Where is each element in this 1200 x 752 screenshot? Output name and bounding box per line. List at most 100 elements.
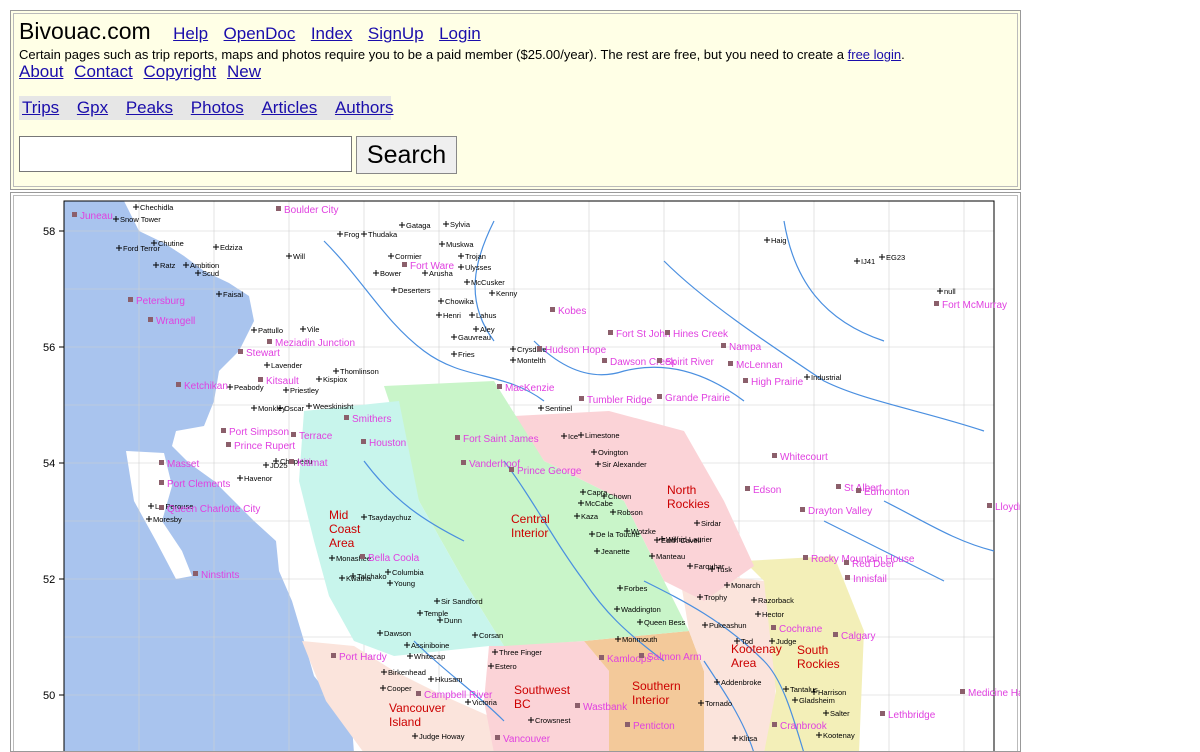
peak-marker[interactable]: Sir Sandford xyxy=(434,597,483,606)
nav-login-link[interactable]: Login xyxy=(439,24,481,43)
peak-marker[interactable]: Weeskinisht xyxy=(306,402,354,411)
tab-articles[interactable]: Articles xyxy=(261,98,317,117)
town-marker[interactable]: Fort Ware xyxy=(402,261,455,272)
peak-marker[interactable]: Waddington xyxy=(614,605,661,614)
peak-label: Peabody xyxy=(234,383,264,392)
town-marker[interactable]: MacKenzie xyxy=(497,383,555,394)
peak-label: Kwatna xyxy=(346,574,372,583)
peak-label: Waddington xyxy=(621,605,661,614)
peak-marker[interactable]: Limestone xyxy=(578,431,620,440)
peak-marker[interactable]: Three Finger xyxy=(492,648,542,657)
peak-label: Robson xyxy=(617,508,643,517)
peak-label: McCusker xyxy=(471,278,505,287)
new-link[interactable]: New xyxy=(227,62,261,81)
peak-label: Fries xyxy=(458,350,475,359)
town-label: Nampa xyxy=(729,342,762,353)
town-marker[interactable]: Queen Charlotte City xyxy=(159,504,260,515)
peak-marker[interactable]: McCusker xyxy=(464,278,505,287)
peak-marker[interactable]: Razorback xyxy=(751,596,794,605)
region-map[interactable]: 58 56 54 52 50 Chechidla Snow Tower Gataga Sylv… xyxy=(11,193,1021,752)
peak-label: Edith Cavell xyxy=(661,536,701,545)
peak-label: Moresby xyxy=(153,515,182,524)
peak-marker[interactable]: Monmouth xyxy=(615,635,657,644)
town-marker[interactable]: Tumbler Ridge xyxy=(579,395,653,406)
town-marker[interactable]: Fort St John xyxy=(608,329,670,340)
town-marker[interactable]: Ketchikan xyxy=(176,381,228,392)
tab-trips[interactable]: Trips xyxy=(22,98,59,117)
nav-opendoc-link[interactable]: OpenDoc xyxy=(224,24,296,43)
town-marker[interactable]: Bella Coola xyxy=(360,553,420,564)
peak-label: Pattullo xyxy=(258,326,283,335)
town-marker[interactable]: Salmon Arm xyxy=(639,652,701,663)
town-marker[interactable]: Prince George xyxy=(509,466,582,477)
peak-label: Dawson xyxy=(384,629,411,638)
peak-marker[interactable]: Queen Bess xyxy=(637,618,686,627)
town-marker[interactable]: Fort Saint James xyxy=(455,434,539,445)
town-marker[interactable]: Port Clements xyxy=(159,479,230,490)
peak-label: Sirdar xyxy=(701,519,722,528)
peak-marker[interactable]: Tsaydaychuz xyxy=(361,513,412,522)
header-panel: Bivouac.com Help OpenDoc Index SignUp Lo… xyxy=(10,10,1021,190)
town-label: Ketchikan xyxy=(184,381,228,392)
town-label: Cranbrook xyxy=(780,721,828,732)
tab-authors[interactable]: Authors xyxy=(335,98,394,117)
town-marker[interactable]: Smithers xyxy=(344,414,391,425)
copyright-link[interactable]: Copyright xyxy=(144,62,217,81)
map-area[interactable]: Chechidla Snow Tower Gataga Sylvia Frog Thuda… xyxy=(63,200,1021,752)
tab-photos[interactable]: Photos xyxy=(191,98,244,117)
town-label: Boulder City xyxy=(284,205,338,216)
town-marker[interactable]: Hines Creek xyxy=(665,329,729,340)
town-marker[interactable]: McLennan xyxy=(728,360,783,371)
peak-marker[interactable]: Addenbroke xyxy=(714,678,761,687)
town-marker[interactable]: Fort McMurray xyxy=(934,300,1007,311)
town-marker[interactable]: Spirit River xyxy=(657,357,715,368)
town-label: Lloydminster xyxy=(995,502,1021,513)
town-marker[interactable]: Cranbrook xyxy=(772,721,828,732)
peak-marker[interactable]: Crowsnest xyxy=(528,716,571,725)
town-marker[interactable]: Lethbridge xyxy=(880,710,936,721)
peak-label: Estero xyxy=(495,662,517,671)
town-marker[interactable]: Port Hardy xyxy=(331,652,387,663)
peak-label: EG23 xyxy=(886,253,905,262)
town-marker[interactable]: Meziadin Junction xyxy=(267,338,355,349)
peak-label: Snow Tower xyxy=(120,215,161,224)
free-login-link[interactable]: free login xyxy=(848,47,901,62)
about-link[interactable]: About xyxy=(19,62,63,81)
town-marker[interactable]: Cochrane xyxy=(771,624,823,635)
contact-link[interactable]: Contact xyxy=(74,62,133,81)
peak-marker[interactable]: Birkenhead xyxy=(381,668,426,677)
town-marker[interactable]: Grande Prairie xyxy=(657,393,730,404)
town-marker[interactable]: Campbell River xyxy=(416,690,493,701)
town-marker[interactable]: Edmonton xyxy=(856,487,910,498)
town-marker[interactable]: Drayton Valley xyxy=(800,506,872,517)
town-marker[interactable]: High Prairie xyxy=(743,377,804,388)
town-marker[interactable]: Hudson Hope xyxy=(537,345,607,356)
town-label: Petersburg xyxy=(136,296,185,307)
nav-help-link[interactable]: Help xyxy=(173,24,208,43)
town-marker[interactable]: Medicine Hat xyxy=(960,688,1021,699)
peak-label: Muskwa xyxy=(446,240,474,249)
town-marker[interactable]: Wastbank xyxy=(575,702,628,713)
peak-marker[interactable]: Assiniboine xyxy=(404,641,449,650)
tab-peaks[interactable]: Peaks xyxy=(126,98,173,117)
nav-signup-link[interactable]: SignUp xyxy=(368,24,424,43)
town-marker[interactable]: Boulder City xyxy=(276,205,338,216)
town-marker[interactable]: Port Simpson xyxy=(221,427,289,438)
search-button[interactable]: Search xyxy=(356,136,457,174)
peak-marker[interactable]: Pukeashun xyxy=(702,621,747,630)
town-marker[interactable]: Prince Rupert xyxy=(226,441,295,452)
peak-marker[interactable]: Gladsheim xyxy=(792,696,835,705)
peak-marker[interactable]: Snow Tower xyxy=(113,215,161,224)
town-label: Kitsault xyxy=(266,376,299,387)
peak-marker[interactable]: Chechidla xyxy=(133,203,174,212)
town-marker[interactable]: Wrangell xyxy=(148,316,195,327)
town-marker[interactable]: Whitecourt xyxy=(772,452,828,463)
town-marker[interactable]: Penticton xyxy=(625,721,675,732)
nav-index-link[interactable]: Index xyxy=(311,24,353,43)
peak-marker[interactable]: Sir Alexander xyxy=(595,460,647,469)
search-input[interactable] xyxy=(19,136,352,172)
peak-marker[interactable]: Edith Cavell xyxy=(654,536,701,545)
tab-gpx[interactable]: Gpx xyxy=(77,98,108,117)
town-marker[interactable]: Petersburg xyxy=(128,296,185,307)
town-marker[interactable]: Red Deer xyxy=(844,559,895,570)
